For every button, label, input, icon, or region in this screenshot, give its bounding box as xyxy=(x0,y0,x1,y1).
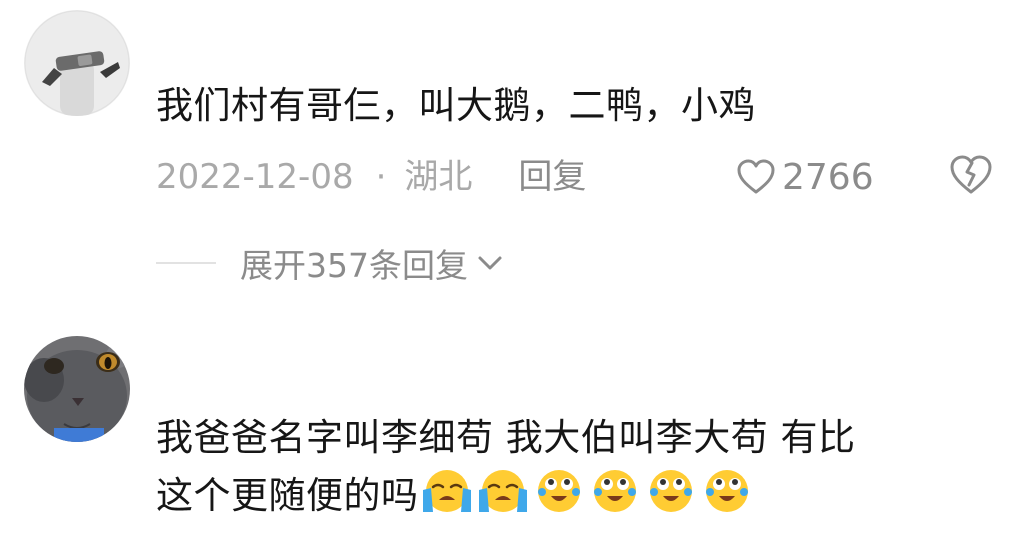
comment-date: 2022-12-08 xyxy=(156,157,354,197)
dislike-button[interactable] xyxy=(948,154,994,200)
crying-laughing-emoji-icon xyxy=(531,466,587,531)
comment-text-line-2: 这个更随便的吗 xyxy=(156,466,755,531)
avatar-image xyxy=(24,336,130,442)
comment-list: 我们村有哥仨，叫大鹅，二鸭，小鸡 2022-12-08 · 湖北 回复 2766 展开… xyxy=(0,0,1024,536)
comment-location: 湖北 xyxy=(404,157,473,197)
like-button[interactable]: 2766 xyxy=(736,152,874,202)
chevron-down-icon xyxy=(478,256,502,270)
expand-replies-label: 展开357条回复 xyxy=(240,246,468,285)
comment-text-line-1: 我爸爸名字叫李细苟 我大伯叫李大苟 有比 xyxy=(156,416,856,459)
loudly-crying-emoji-icon xyxy=(419,466,475,531)
comment-text: 我们村有哥仨，叫大鹅，二鸭，小鸡 xyxy=(156,84,756,127)
loudly-crying-emoji-icon xyxy=(475,466,531,531)
reply-button[interactable]: 回复 xyxy=(518,152,586,202)
avatar[interactable] xyxy=(24,336,130,442)
like-count: 2766 xyxy=(782,156,874,198)
crying-laughing-emoji-icon xyxy=(643,466,699,531)
meta-separator: · xyxy=(375,157,387,197)
expand-replies-button[interactable]: 展开357条回复 xyxy=(156,240,504,286)
divider-line xyxy=(156,262,216,264)
avatar[interactable] xyxy=(24,10,130,116)
crying-laughing-emoji-icon xyxy=(587,466,643,531)
heart-outline-icon xyxy=(737,159,775,194)
broken-heart-icon xyxy=(950,155,992,194)
comment-meta: 2022-12-08 · 湖北 回复 xyxy=(156,152,586,202)
crying-laughing-emoji-icon xyxy=(699,466,755,531)
avatar-image xyxy=(24,10,130,116)
comment-text: 这个更随便的吗 xyxy=(156,474,419,517)
